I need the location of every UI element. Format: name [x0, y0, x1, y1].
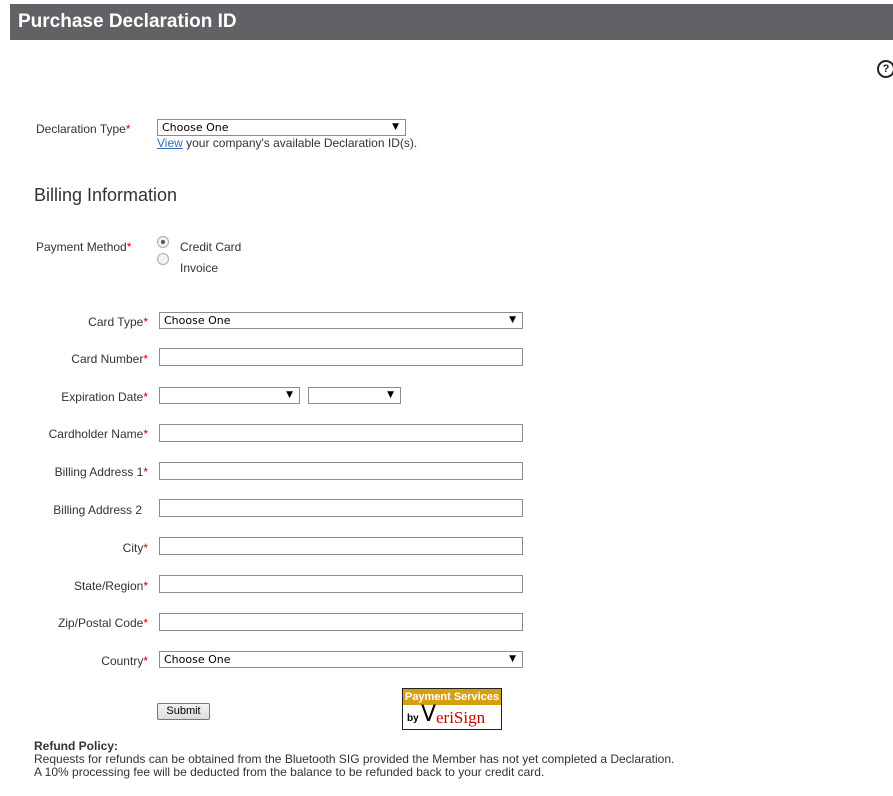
expiration-month-select[interactable]: ▼: [159, 387, 300, 404]
view-declarations-link[interactable]: View: [157, 136, 183, 150]
dropdown-arrow-icon: ▼: [509, 315, 516, 325]
country-select[interactable]: Choose One ▼: [159, 651, 523, 668]
verisign-payment-services: Payment Services: [403, 689, 501, 705]
card-type-select[interactable]: Choose One ▼: [159, 312, 523, 329]
state-region-label: State/Region*: [73, 579, 148, 593]
page-header: Purchase Declaration ID: [10, 4, 893, 40]
page-title: Purchase Declaration ID: [18, 11, 237, 32]
billing-address-2-input[interactable]: [159, 499, 523, 517]
declaration-type-label: Declaration Type*: [36, 122, 131, 136]
credit-card-radio[interactable]: [157, 236, 169, 248]
verisign-badge[interactable]: Payment Services by V eriSign: [402, 688, 502, 730]
verisign-logo-text: eriSign: [436, 708, 486, 727]
zip-postal-code-label: Zip/Postal Code*: [57, 616, 148, 630]
billing-address-1-label: Billing Address 1*: [54, 465, 148, 479]
dropdown-arrow-icon: ▼: [509, 654, 516, 664]
billing-address-1-input[interactable]: [159, 462, 523, 480]
verisign-check-icon: V: [421, 702, 437, 727]
card-number-label: Card Number*: [71, 352, 148, 366]
invoice-radio[interactable]: [157, 253, 169, 265]
dropdown-arrow-icon: ▼: [392, 122, 399, 132]
cardholder-name-input[interactable]: [159, 424, 523, 442]
country-label: Country*: [101, 654, 148, 668]
refund-policy-line-2: A 10% processing fee will be deducted fr…: [34, 765, 545, 779]
city-input[interactable]: [159, 537, 523, 555]
credit-card-radio-label: Credit Card: [180, 240, 242, 254]
dropdown-arrow-icon: ▼: [387, 390, 394, 400]
declaration-type-select[interactable]: Choose One ▼: [157, 119, 406, 136]
billing-heading: Billing Information: [34, 185, 178, 205]
billing-address-2-label: Billing Address 2: [53, 503, 142, 517]
city-label: City*: [122, 541, 148, 555]
card-number-input[interactable]: [159, 348, 523, 366]
help-circle-icon[interactable]: ?: [877, 60, 893, 78]
refund-policy-heading: Refund Policy:: [34, 739, 119, 753]
invoice-radio-label: Invoice: [180, 261, 219, 275]
verisign-by: by: [407, 713, 419, 724]
expiration-date-label: Expiration Date*: [61, 390, 148, 404]
zip-postal-code-input[interactable]: [159, 613, 523, 631]
expiration-year-select[interactable]: ▼: [308, 387, 401, 404]
state-region-input[interactable]: [159, 575, 523, 593]
cardholder-name-label: Cardholder Name*: [48, 427, 148, 441]
dropdown-arrow-icon: ▼: [286, 390, 293, 400]
declaration-view-text: View your company's available Declaratio…: [157, 136, 418, 150]
card-type-label: Card Type*: [88, 315, 148, 329]
submit-button[interactable]: Submit: [157, 703, 210, 720]
payment-method-label: Payment Method*: [36, 240, 132, 254]
